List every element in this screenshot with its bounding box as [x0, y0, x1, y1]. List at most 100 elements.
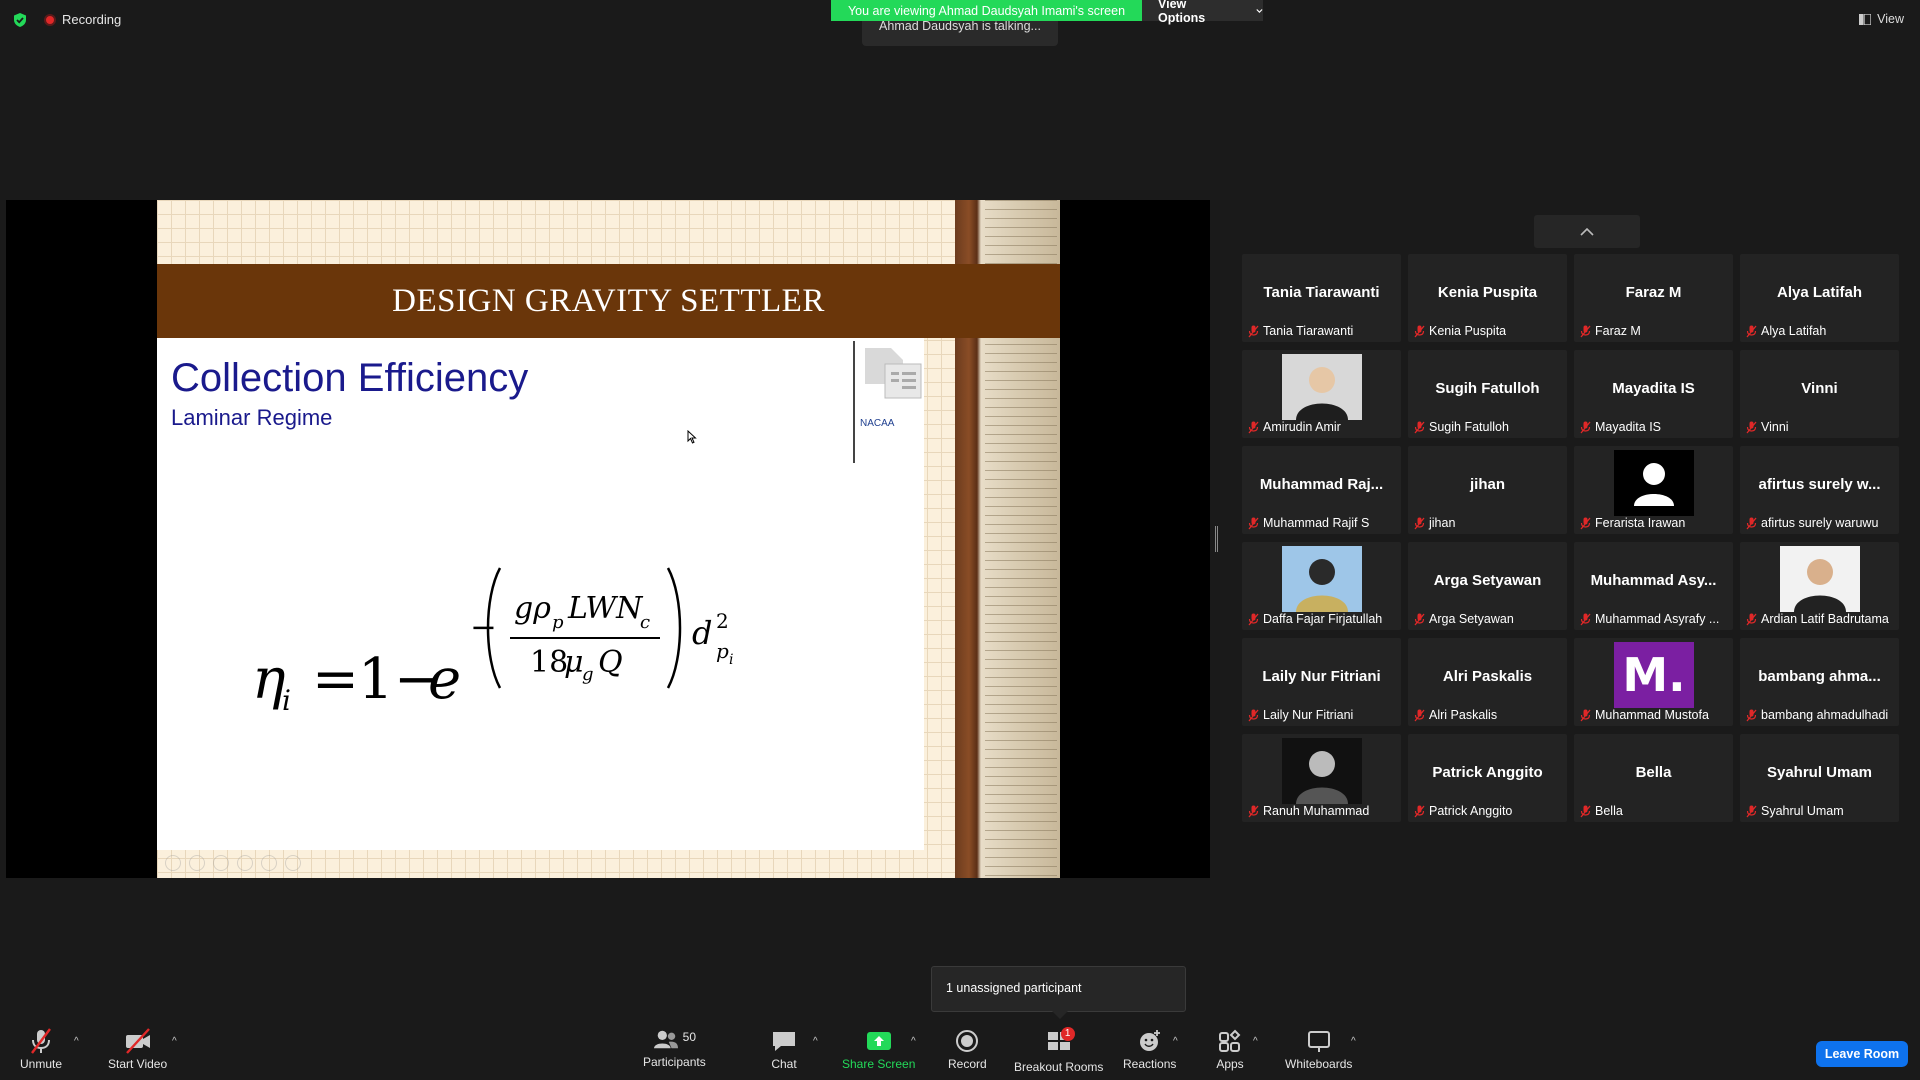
divider	[853, 341, 855, 463]
participant-tile[interactable]: Syahrul Umam Syahrul Umam	[1740, 734, 1899, 822]
svg-text:1: 1	[358, 647, 394, 712]
view-button[interactable]: View	[1859, 12, 1904, 26]
view-options-button[interactable]: View Options	[1142, 0, 1263, 25]
reactions-options-caret-icon[interactable]: ^	[1173, 1036, 1178, 1047]
participant-tile[interactable]: Alri Paskalis Alri Paskalis	[1408, 638, 1567, 726]
muted-microphone-icon	[31, 1028, 51, 1054]
reactions-button[interactable]: Reactions	[1123, 1028, 1176, 1071]
panel-splitter-handle[interactable]	[1215, 526, 1218, 552]
participant-tile[interactable]: Kenia Puspita Kenia Puspita	[1408, 254, 1567, 342]
svg-text:d: d	[692, 614, 712, 652]
muted-mic-icon	[1580, 709, 1591, 721]
muted-mic-icon	[1414, 517, 1425, 529]
chat-button[interactable]: Chat	[770, 1028, 798, 1071]
apps-button[interactable]: Apps	[1216, 1028, 1244, 1071]
profile-photo	[1282, 546, 1362, 612]
view-label: View	[1877, 12, 1904, 26]
gallery-page-up-button[interactable]	[1534, 215, 1640, 248]
muted-mic-icon	[1746, 613, 1757, 625]
participant-name: Syahrul Umam	[1761, 804, 1844, 818]
svg-text:2: 2	[716, 609, 729, 633]
audio-options-caret-icon[interactable]: ^	[74, 1036, 79, 1047]
svg-text:Q: Q	[598, 645, 623, 680]
participant-tile[interactable]: jihan jihan	[1408, 446, 1567, 534]
participant-tile[interactable]: Muhammad Raj... Muhammad Rajif S	[1242, 446, 1401, 534]
participant-tile[interactable]: Faraz M Faraz M	[1574, 254, 1733, 342]
apps-options-caret-icon[interactable]: ^	[1253, 1036, 1258, 1047]
svg-text:p: p	[716, 639, 729, 663]
share-screen-label: Share Screen	[842, 1057, 916, 1071]
security-shield-icon[interactable]	[12, 12, 28, 28]
participant-name-label: Patrick Anggito	[1414, 804, 1512, 818]
muted-mic-icon	[1414, 421, 1425, 433]
whiteboard-options-caret-icon[interactable]: ^	[1351, 1036, 1356, 1047]
svg-text:c: c	[640, 612, 650, 633]
leave-room-button[interactable]: Leave Room	[1816, 1041, 1908, 1067]
participant-tile[interactable]: Arga Setyawan Arga Setyawan	[1408, 542, 1567, 630]
breakout-rooms-button[interactable]: 1 Breakout Rooms	[1014, 1027, 1103, 1074]
mouse-cursor-icon	[687, 430, 697, 444]
share-options-caret-icon[interactable]: ^	[911, 1036, 916, 1047]
participant-name-label: jihan	[1414, 516, 1455, 530]
muted-mic-icon	[1746, 517, 1757, 529]
participant-tile[interactable]: Patrick Anggito Patrick Anggito	[1408, 734, 1567, 822]
next-slide-icon	[189, 855, 205, 871]
participant-display-name: Laily Nur Fitriani	[1262, 668, 1381, 685]
participant-name-label: afirtus surely waruwu	[1746, 516, 1878, 530]
unmute-button[interactable]: Unmute	[20, 1028, 62, 1071]
muted-mic-icon	[1580, 325, 1591, 337]
pen-icon	[213, 855, 229, 871]
participant-display-name: Patrick Anggito	[1432, 764, 1543, 781]
start-video-button[interactable]: Start Video	[108, 1028, 167, 1071]
nacaa-logo-text: NACAA	[860, 418, 895, 429]
participant-tile[interactable]: Ardian Latif Badrutama	[1740, 542, 1899, 630]
share-screen-icon	[866, 1032, 891, 1050]
participant-tile[interactable]: Ferarista Irawan	[1574, 446, 1733, 534]
record-button[interactable]: Record	[948, 1028, 987, 1071]
participant-tile[interactable]: Mayadita IS Mayadita IS	[1574, 350, 1733, 438]
participant-name-label: Ardian Latif Badrutama	[1746, 612, 1889, 626]
svg-text:g: g	[582, 664, 594, 685]
prev-slide-icon	[165, 855, 181, 871]
video-options-caret-icon[interactable]: ^	[172, 1036, 177, 1047]
reactions-label: Reactions	[1123, 1057, 1177, 1071]
participant-tile[interactable]: Amirudin Amir	[1242, 350, 1401, 438]
chat-options-caret-icon[interactable]: ^	[813, 1036, 818, 1047]
participant-tile[interactable]: Daffa Fajar Firjatullah	[1242, 542, 1401, 630]
participant-tile[interactable]: Muhammad Asy... Muhammad Asyrafy ...	[1574, 542, 1733, 630]
participant-name: Muhammad Mustofa	[1595, 708, 1709, 722]
svg-text:gρ: gρ	[514, 591, 551, 626]
participant-tile[interactable]: afirtus surely w... afirtus surely waruwu	[1740, 446, 1899, 534]
participant-tile[interactable]: bambang ahma... bambang ahmadulhadi	[1740, 638, 1899, 726]
muted-mic-icon	[1248, 517, 1259, 529]
participant-tile[interactable]: Laily Nur Fitriani Laily Nur Fitriani	[1242, 638, 1401, 726]
collection-efficiency-formula: η i = 1 − e − gρ p LWN c 18 μ g Q d 2 p …	[252, 567, 733, 717]
participant-tile[interactable]: Tania Tiarawanti Tania Tiarawanti	[1242, 254, 1401, 342]
participant-name-label: Ferarista Irawan	[1580, 516, 1685, 530]
start-video-label: Start Video	[108, 1057, 168, 1071]
participant-display-name: Muhammad Raj...	[1259, 476, 1384, 493]
participant-name-label: Muhammad Rajif S	[1248, 516, 1369, 530]
participant-tile[interactable]: M. Muhammad Mustofa	[1574, 638, 1733, 726]
participant-tile[interactable]: Alya Latifah Alya Latifah	[1740, 254, 1899, 342]
whiteboards-button[interactable]: Whiteboards	[1285, 1028, 1352, 1071]
muted-mic-icon	[1746, 709, 1757, 721]
participant-tile[interactable]: Ranuh Muhammad	[1242, 734, 1401, 822]
participant-gallery: Tania Tiarawanti Tania Tiarawanti Kenia Pu…	[1242, 254, 1902, 822]
participant-tile[interactable]: Vinni Vinni	[1740, 350, 1899, 438]
participant-display-name: jihan	[1469, 476, 1505, 493]
participants-button[interactable]: 50 Participants	[643, 1028, 706, 1069]
recording-dot-icon	[44, 13, 56, 26]
chevron-up-icon	[1580, 227, 1594, 236]
chevron-down-icon	[1256, 8, 1263, 13]
participant-name: bambang ahmadulhadi	[1761, 708, 1889, 722]
unassigned-participant-tooltip: 1 unassigned participant	[931, 966, 1186, 1019]
recording-indicator[interactable]: Recording	[44, 12, 121, 27]
breakout-badge: 1	[1060, 1027, 1075, 1041]
muted-mic-icon	[1248, 805, 1259, 817]
participant-name: Tania Tiarawanti	[1263, 324, 1354, 338]
share-screen-button[interactable]: Share Screen	[842, 1028, 915, 1071]
participant-display-name: Syahrul Umam	[1766, 764, 1873, 781]
participant-tile[interactable]: Bella Bella	[1574, 734, 1733, 822]
participant-tile[interactable]: Sugih Fatulloh Sugih Fatulloh	[1408, 350, 1567, 438]
